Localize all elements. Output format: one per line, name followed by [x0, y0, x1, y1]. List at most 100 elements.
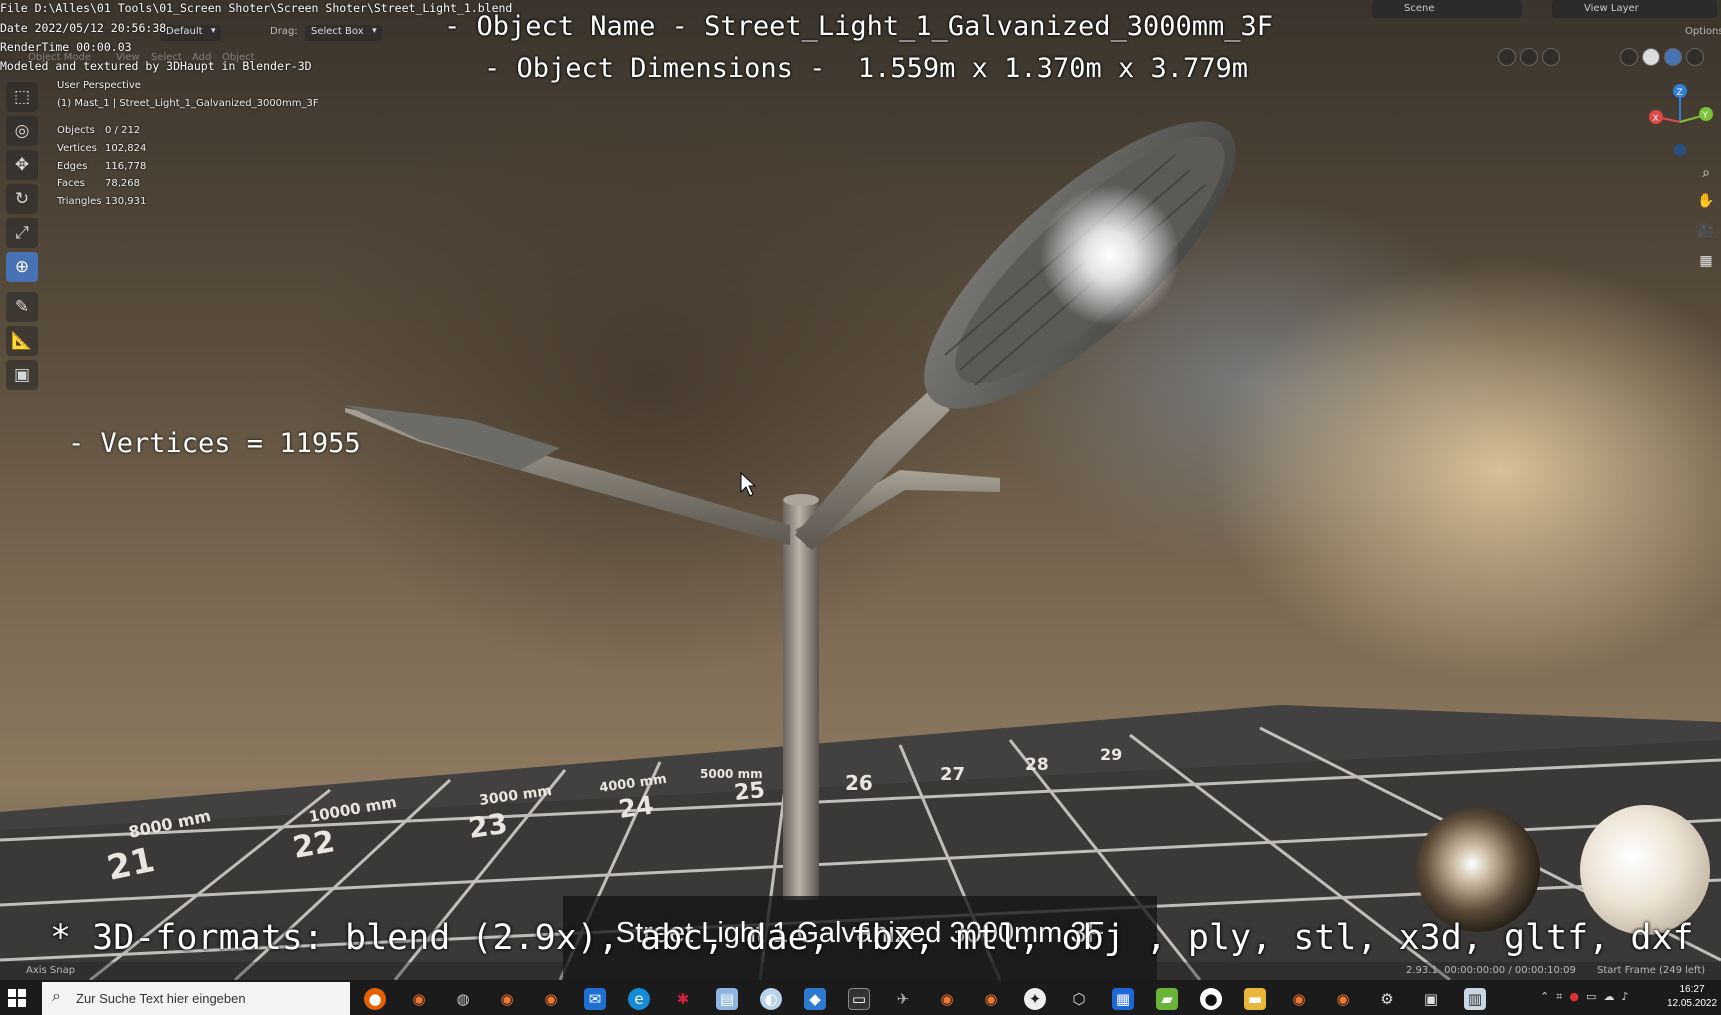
- taskbar: ⌕ Zur Suche Text hier eingeben ● ◉ ◍ ◉ ◉…: [0, 980, 1721, 1015]
- clock-time: 16:27: [1679, 984, 1705, 995]
- blender-icon[interactable]: ◉: [496, 988, 518, 1010]
- transform-icon[interactable]: ⊕: [6, 252, 38, 282]
- blender-icon[interactable]: ◉: [1332, 988, 1354, 1010]
- view-layer-label: View Layer: [1584, 3, 1639, 14]
- navigation-gizmo[interactable]: Z Y X: [1645, 82, 1715, 162]
- grid-sub-label: 5000 mm: [700, 767, 763, 781]
- app-icon[interactable]: ◐: [760, 988, 782, 1010]
- grid-labels: 21 22 23 24 25 26 27 28 29 8000 mm 10000…: [104, 745, 1123, 889]
- annotate-icon[interactable]: ✎: [6, 292, 38, 322]
- app-icon[interactable]: ✱: [672, 988, 694, 1010]
- cursor-icon[interactable]: ◎: [6, 116, 38, 146]
- rendered-shading-icon[interactable]: [1686, 48, 1704, 66]
- taskbar-clock[interactable]: 16:27 12.05.2022: [1664, 983, 1720, 1011]
- tray-app-icon[interactable]: ●: [1569, 990, 1579, 1003]
- measure-icon[interactable]: 📐: [6, 326, 38, 356]
- select-box-icon[interactable]: ⬚: [6, 82, 38, 112]
- vertices-count: - Vertices = 11955: [68, 428, 361, 459]
- grid-label: 21: [104, 840, 159, 889]
- overlay-toggles: [1498, 48, 1560, 70]
- grid-label: 24: [617, 790, 655, 824]
- app-icon[interactable]: ▥: [1464, 988, 1486, 1010]
- tool-shelf: ⬚ ◎ ✥ ↻ ⤢ ⊕ ✎ 📐 ▣: [6, 82, 40, 394]
- rotate-icon[interactable]: ↻: [6, 184, 38, 214]
- search-placeholder: Zur Suche Text hier eingeben: [76, 991, 246, 1006]
- folder-icon[interactable]: ▬: [1244, 988, 1266, 1010]
- app-icon[interactable]: ●: [1200, 988, 1222, 1010]
- options-dropdown[interactable]: Options: [1685, 26, 1721, 37]
- status-bar: Axis Snap 2.93.1 00:00:00:00 / 00:00:10:…: [0, 962, 1721, 980]
- scene-selector[interactable]: Scene: [1372, 0, 1522, 18]
- app-icon[interactable]: ▰: [1156, 988, 1178, 1010]
- battery-icon[interactable]: ▭: [1586, 990, 1596, 1003]
- solid-shading-icon[interactable]: [1642, 48, 1660, 66]
- cloud-icon[interactable]: ☁: [1603, 990, 1614, 1003]
- edge-icon[interactable]: e: [628, 988, 650, 1010]
- drag-select-dropdown[interactable]: Select Box: [305, 25, 382, 41]
- app-icon[interactable]: ✦: [1024, 988, 1046, 1010]
- object-dimensions: - Object Dimensions - 1.559m x 1.370m x …: [484, 53, 1249, 84]
- 3d-viewport[interactable]: 21 22 23 24 25 26 27 28 29 8000 mm 10000…: [0, 0, 1721, 980]
- file-path: File D:\Alles\01 Tools\01_Screen Shoter\…: [0, 1, 513, 15]
- mail-icon[interactable]: ✉: [584, 988, 606, 1010]
- pan-hand-icon[interactable]: ✋: [1695, 190, 1717, 212]
- grid-sub-label: 3000 mm: [478, 783, 553, 809]
- grid-label: 28: [1025, 755, 1049, 775]
- box-icon[interactable]: ⬡: [1068, 988, 1090, 1010]
- credit-line: Modeled and textured by 3DHaupt in Blend…: [0, 59, 312, 73]
- blender-icon[interactable]: ◉: [980, 988, 1002, 1010]
- xray-toggle-icon[interactable]: [1542, 48, 1560, 66]
- active-collection: (1) Mast_1 | Street_Light_1_Galvanized_3…: [57, 98, 319, 109]
- add-cube-icon[interactable]: ▣: [6, 360, 38, 390]
- system-tray[interactable]: ⌃ ⌗ ● ▭ ☁ ♪: [1540, 990, 1628, 1004]
- firefox-icon[interactable]: ●: [364, 988, 386, 1010]
- taskbar-search-input[interactable]: ⌕ Zur Suche Text hier eingeben: [42, 982, 350, 1015]
- calendar-icon[interactable]: ▦: [1112, 988, 1134, 1010]
- settings-icon[interactable]: ⚙: [1376, 988, 1398, 1010]
- workspace-dropdown[interactable]: Default: [160, 25, 221, 41]
- zoom-icon[interactable]: ⌕: [1695, 162, 1717, 184]
- clock-date: 12.05.2022: [1666, 998, 1718, 1009]
- view-layer-selector[interactable]: View Layer: [1552, 0, 1717, 18]
- stat-faces: Faces 78,268: [57, 178, 140, 189]
- gizmo-toggle-icon[interactable]: [1498, 48, 1516, 66]
- terminal-icon[interactable]: ▭: [848, 988, 870, 1010]
- volume-icon[interactable]: ♪: [1621, 990, 1628, 1003]
- overlay-toggle-icon[interactable]: [1520, 48, 1538, 66]
- grid-label: 29: [1100, 745, 1122, 764]
- ortho-grid-icon[interactable]: ▦: [1695, 250, 1717, 272]
- app-icon[interactable]: ✈: [892, 988, 914, 1010]
- z-axis-label: Z: [1677, 88, 1683, 98]
- grid-label: 25: [733, 778, 766, 806]
- render-time: RenderTime 00:00.03: [0, 40, 132, 54]
- app-icon[interactable]: ▣: [1420, 988, 1442, 1010]
- search-icon: ⌕: [52, 988, 61, 1005]
- windows-start-icon[interactable]: [8, 989, 26, 1007]
- scale-icon[interactable]: ⤢: [6, 218, 38, 248]
- start-frame-info: Start Frame (249 left): [1597, 965, 1706, 976]
- material-shading-icon[interactable]: [1664, 48, 1682, 66]
- tray-chevron-icon[interactable]: ⌃: [1540, 990, 1549, 1003]
- notes-icon[interactable]: ▤: [716, 988, 738, 1010]
- blender-icon[interactable]: ◉: [1288, 988, 1310, 1010]
- grid-sub-label: 8000 mm: [127, 806, 213, 842]
- blender-icon[interactable]: ◉: [540, 988, 562, 1010]
- blender-icon[interactable]: ◉: [408, 988, 430, 1010]
- stat-triangles: Triangles 130,931: [57, 196, 147, 207]
- grid-sub-label: 10000 mm: [308, 793, 398, 826]
- app-icon[interactable]: ◆: [804, 988, 826, 1010]
- blender-icon[interactable]: ◉: [928, 980, 966, 1015]
- grid-label: 23: [466, 807, 509, 845]
- move-icon[interactable]: ✥: [6, 150, 38, 180]
- view-perspective: User Perspective: [57, 80, 141, 91]
- scene-label: Scene: [1404, 3, 1435, 14]
- x-axis-label: X: [1653, 114, 1659, 124]
- network-icon[interactable]: ⌗: [1556, 990, 1562, 1003]
- wireframe-shading-icon[interactable]: [1620, 48, 1638, 66]
- grid-label: 27: [940, 764, 965, 785]
- steam-icon[interactable]: ◍: [452, 988, 474, 1010]
- stat-objects: Objects 0 / 212: [57, 125, 141, 136]
- stat-vertices: Vertices 102,824: [57, 143, 147, 154]
- camera-view-icon[interactable]: 🎥: [1695, 220, 1717, 242]
- shading-modes: [1620, 48, 1704, 70]
